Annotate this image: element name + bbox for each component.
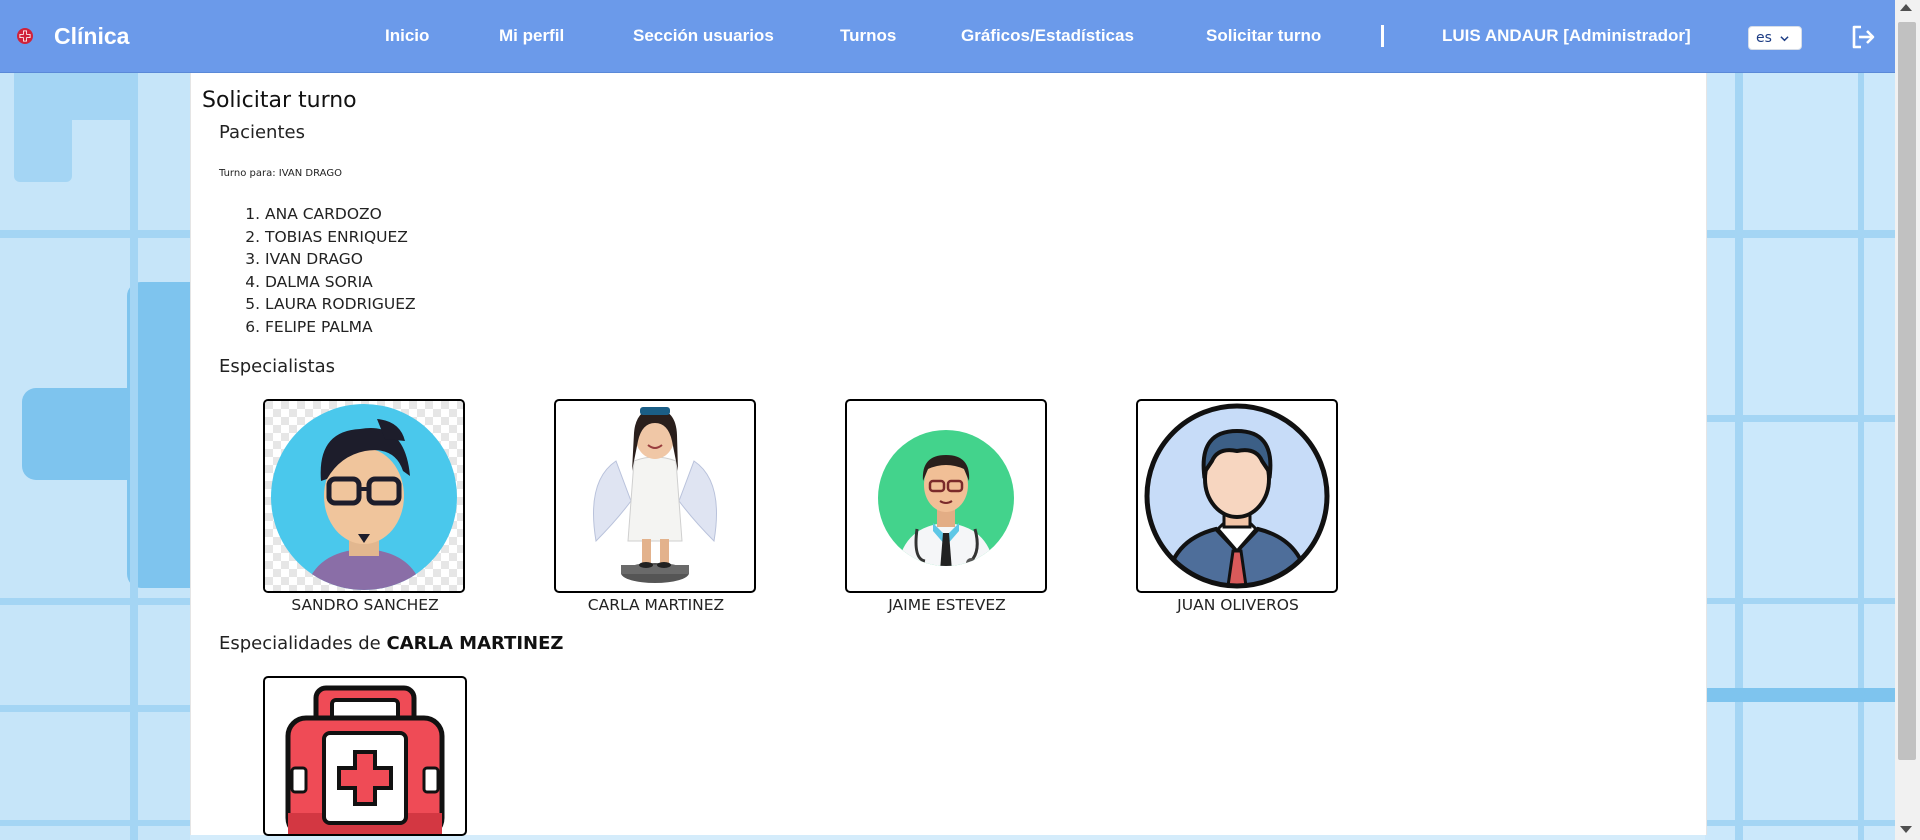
chevron-down-icon bbox=[1780, 35, 1789, 41]
patient-item[interactable]: FELIPE PALMA bbox=[265, 316, 416, 339]
specialist-name: SANDRO SANCHEZ bbox=[291, 596, 439, 614]
specialist-photo bbox=[1136, 399, 1338, 593]
app-name: Clínica bbox=[54, 22, 130, 49]
specialty-card[interactable] bbox=[263, 676, 467, 836]
logout-icon[interactable] bbox=[1850, 24, 1876, 50]
nav-solicitar-turno[interactable]: Solicitar turno bbox=[1206, 0, 1321, 72]
page-title: Solicitar turno bbox=[202, 88, 357, 113]
specialties-prefix: Especialidades de bbox=[219, 633, 381, 654]
language-value: es bbox=[1756, 30, 1772, 46]
specialties-specialist-name: CARLA MARTINEZ bbox=[386, 633, 564, 654]
avatar-businessman-icon bbox=[1144, 403, 1330, 589]
specialist-name: JUAN OLIVEROS bbox=[1177, 596, 1299, 614]
scroll-up-arrow[interactable] bbox=[1900, 4, 1912, 11]
specialists-heading: Especialistas bbox=[219, 356, 336, 377]
patient-item[interactable]: TOBIAS ENRIQUEZ bbox=[265, 226, 416, 249]
brand[interactable]: Clínica bbox=[16, 0, 129, 72]
patients-list: ANA CARDOZO TOBIAS ENRIQUEZ IVAN DRAGO D… bbox=[219, 203, 416, 338]
patient-item[interactable]: ANA CARDOZO bbox=[265, 203, 416, 226]
scrollbar-thumb[interactable] bbox=[1898, 22, 1916, 760]
patient-item[interactable]: IVAN DRAGO bbox=[265, 248, 416, 271]
avatar-man-glasses-icon bbox=[265, 401, 463, 591]
medical-cross-icon bbox=[17, 28, 33, 44]
top-navbar: Clínica Inicio Mi perfil Sección usuario… bbox=[0, 0, 1895, 73]
nav-inicio[interactable]: Inicio bbox=[385, 0, 429, 72]
turno-para-label: Turno para: IVAN DRAGO bbox=[219, 168, 342, 179]
specialist-name: CARLA MARTINEZ bbox=[587, 596, 725, 614]
nav-mi-perfil[interactable]: Mi perfil bbox=[499, 0, 564, 72]
specialist-card-carla-martinez[interactable]: CARLA MARTINEZ bbox=[554, 399, 758, 614]
specialist-photo bbox=[554, 399, 756, 593]
patients-heading: Pacientes bbox=[219, 122, 305, 143]
doctor-figurine-angel-icon bbox=[593, 407, 717, 583]
language-select[interactable]: es bbox=[1748, 26, 1802, 50]
specialist-card-jaime-estevez[interactable]: JAIME ESTEVEZ bbox=[845, 399, 1049, 614]
avatar-doctor-icon bbox=[878, 430, 1014, 566]
nav-seccion-usuarios[interactable]: Sección usuarios bbox=[633, 0, 774, 72]
specialties-heading: Especialidades de CARLA MARTINEZ bbox=[219, 633, 563, 654]
specialist-card-juan-oliveros[interactable]: JUAN OLIVEROS bbox=[1136, 399, 1340, 614]
specialist-photo bbox=[263, 399, 465, 593]
patient-item[interactable]: DALMA SORIA bbox=[265, 271, 416, 294]
nav-separator bbox=[1381, 25, 1384, 47]
user-label[interactable]: LUIS ANDAUR [Administrador] bbox=[1442, 0, 1691, 72]
specialist-photo bbox=[845, 399, 1047, 593]
patient-item[interactable]: LAURA RODRIGUEZ bbox=[265, 293, 416, 316]
specialist-card-sandro-sanchez[interactable]: SANDRO SANCHEZ bbox=[263, 399, 467, 614]
first-aid-kit-icon bbox=[285, 685, 445, 834]
main-card: Solicitar turno Pacientes Turno para: IV… bbox=[190, 73, 1707, 836]
specialist-name: JAIME ESTEVEZ bbox=[888, 596, 1006, 614]
nav-graficos-estadisticas[interactable]: Gráficos/Estadísticas bbox=[961, 0, 1134, 72]
nav-turnos[interactable]: Turnos bbox=[840, 0, 896, 72]
scroll-down-arrow[interactable] bbox=[1900, 826, 1912, 833]
